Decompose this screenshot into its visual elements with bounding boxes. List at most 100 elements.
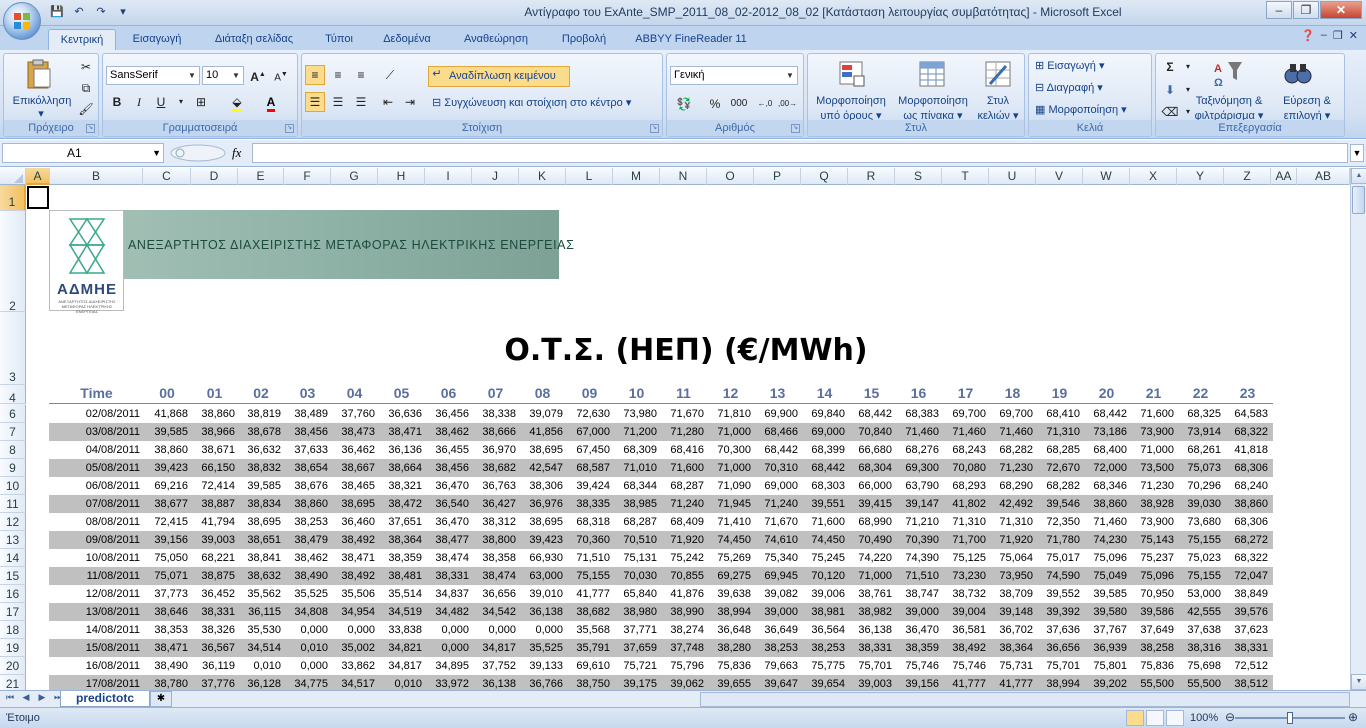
price-cell[interactable]: 71,000 [1129,441,1176,459]
delete-cells-button[interactable]: ⊟ Διαγραφή ▾ [1035,81,1145,94]
date-cell[interactable]: 07/08/2011 [49,495,142,513]
price-cell[interactable]: 39,638 [706,585,753,603]
price-cell[interactable]: 38,780 [142,675,190,690]
price-cell[interactable]: 34,954 [330,603,377,621]
help-icon[interactable]: ❓ [1301,29,1315,42]
borders-icon[interactable]: ⊞ [191,92,211,112]
cut-icon[interactable]: ✂ [76,57,96,77]
format-cells-button[interactable]: ▦ Μορφοποίηση ▾ [1035,103,1151,116]
price-cell[interactable]: 39,133 [518,657,565,675]
price-cell[interactable]: 38,994 [1035,675,1082,690]
price-cell[interactable]: 71,460 [894,423,941,441]
price-cell[interactable]: 38,646 [142,603,190,621]
price-cell[interactable]: 72,414 [190,477,237,495]
formula-input[interactable] [252,143,1348,163]
horizontal-scrollbar[interactable] [700,692,1350,707]
price-cell[interactable]: 38,280 [706,639,753,657]
price-cell[interactable]: 38,832 [237,459,283,477]
price-cell[interactable]: 38,456 [424,459,471,477]
price-cell[interactable]: 38,471 [330,549,377,567]
price-cell[interactable]: 75,143 [1129,531,1176,549]
price-cell[interactable]: 71,010 [612,459,659,477]
price-cell[interactable]: 69,700 [988,405,1035,423]
price-cell[interactable]: 34,519 [377,603,424,621]
number-format-select[interactable]: Γενική ▼ [670,66,798,85]
price-cell[interactable]: 38,331 [1223,639,1270,657]
price-cell[interactable]: 38,331 [847,639,894,657]
price-cell[interactable]: 36,564 [800,621,847,639]
price-cell[interactable]: 68,318 [565,513,612,531]
price-cell[interactable]: 71,945 [706,495,753,513]
price-cell[interactable]: 70,030 [612,567,659,585]
price-cell[interactable]: 68,442 [753,441,800,459]
price-cell[interactable]: 38,664 [377,459,424,477]
cell-styles-label-1[interactable]: Στυλ [976,95,1020,107]
price-cell[interactable]: 38,473 [330,423,377,441]
price-cell[interactable]: 36,766 [518,675,565,690]
price-cell[interactable]: 35,525 [283,585,330,603]
price-cell[interactable]: 74,450 [800,531,847,549]
price-cell[interactable]: 38,800 [471,531,518,549]
price-cell[interactable]: 34,817 [377,657,424,675]
tab-abbyy[interactable]: ABBYY FineReader 11 [626,29,756,50]
price-cell[interactable]: 33,972 [424,675,471,690]
price-cell[interactable]: 69,700 [941,405,988,423]
price-cell[interactable]: 71,000 [706,459,753,477]
price-cell[interactable]: 67,000 [565,423,612,441]
price-cell[interactable]: 39,423 [518,531,565,549]
price-cell[interactable]: 68,243 [941,441,988,459]
price-cell[interactable]: 71,460 [988,423,1035,441]
price-cell[interactable]: 70,310 [753,459,800,477]
date-cell[interactable]: 17/08/2011 [49,675,142,690]
price-cell[interactable]: 0,000 [283,657,330,675]
fill-icon[interactable]: ⬇ [1160,80,1180,100]
price-cell[interactable]: 37,773 [142,585,190,603]
price-cell[interactable]: 71,510 [894,567,941,585]
price-cell[interactable]: 0,000 [424,621,471,639]
price-cell[interactable]: 70,296 [1176,477,1223,495]
bold-button[interactable]: B [107,92,127,112]
align-bottom-icon[interactable]: ≡ [351,65,371,85]
price-cell[interactable]: 0,000 [518,621,565,639]
price-cell[interactable]: 38,982 [847,603,894,621]
price-cell[interactable]: 68,322 [1223,423,1270,441]
price-cell[interactable]: 36,702 [988,621,1035,639]
price-cell[interactable]: 74,610 [753,531,800,549]
price-cell[interactable]: 39,147 [894,495,941,513]
price-cell[interactable]: 36,581 [941,621,988,639]
price-cell[interactable]: 35,002 [330,639,377,657]
price-cell[interactable]: 34,808 [283,603,330,621]
price-cell[interactable]: 71,200 [612,423,659,441]
price-cell[interactable]: 71,280 [659,423,706,441]
price-cell[interactable]: 38,471 [142,639,190,657]
price-cell[interactable]: 65,840 [612,585,659,603]
price-cell[interactable]: 39,030 [1176,495,1223,513]
price-cell[interactable]: 75,023 [1176,549,1223,567]
price-cell[interactable]: 70,120 [800,567,847,585]
price-cell[interactable]: 75,775 [800,657,847,675]
date-cell[interactable]: 09/08/2011 [49,531,142,549]
price-cell[interactable]: 39,551 [800,495,847,513]
price-cell[interactable]: 53,000 [1176,585,1223,603]
price-cell[interactable]: 70,840 [847,423,894,441]
price-cell[interactable]: 75,731 [988,657,1035,675]
price-cell[interactable]: 68,285 [1035,441,1082,459]
price-cell[interactable]: 38,732 [941,585,988,603]
price-cell[interactable]: 75,096 [1129,567,1176,585]
price-cell[interactable]: 36,138 [847,621,894,639]
column-header[interactable]: L [566,168,613,185]
price-cell[interactable]: 75,049 [1082,567,1129,585]
price-cell[interactable]: 68,261 [1176,441,1223,459]
price-cell[interactable]: 0,000 [424,639,471,657]
column-header[interactable]: U [989,168,1036,185]
price-cell[interactable]: 68,990 [847,513,894,531]
price-cell[interactable]: 39,580 [1082,603,1129,621]
price-cell[interactable]: 38,490 [283,567,330,585]
align-right-icon[interactable]: ☰ [351,92,371,112]
price-cell[interactable]: 72,630 [565,405,612,423]
price-cell[interactable]: 38,477 [424,531,471,549]
price-cell[interactable]: 38,682 [471,459,518,477]
column-header[interactable]: C [143,168,191,185]
price-cell[interactable]: 73,230 [941,567,988,585]
copy-icon[interactable]: ⧉ [76,78,96,98]
